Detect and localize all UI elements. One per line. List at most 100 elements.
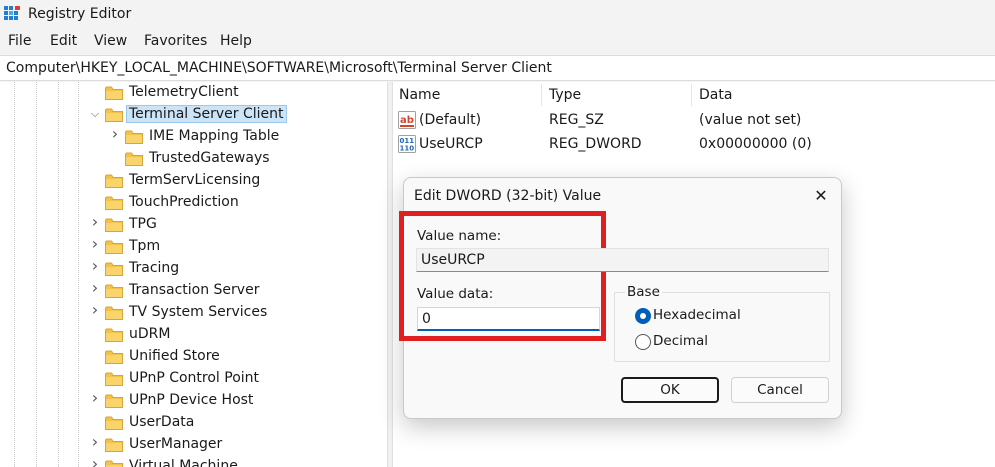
chevron-right-icon[interactable]: › xyxy=(89,390,101,406)
value-type: REG_DWORD xyxy=(549,136,642,152)
menu-favorites[interactable]: Favorites xyxy=(144,33,207,49)
tree-item[interactable]: TermServLicensing xyxy=(0,170,387,192)
tree-item-label[interactable]: UPnP Device Host xyxy=(126,392,256,408)
title-bar: Registry Editor xyxy=(0,0,995,30)
column-separator[interactable] xyxy=(691,84,692,106)
tree-item[interactable]: › Tracing xyxy=(0,258,387,280)
chevron-right-icon[interactable]: › xyxy=(89,214,101,230)
tree-item[interactable]: › Tpm xyxy=(0,236,387,258)
chevron-down-icon[interactable]: ⌵ xyxy=(89,107,101,121)
chevron-right-icon[interactable]: › xyxy=(89,302,101,318)
column-header-data[interactable]: Data xyxy=(699,87,732,103)
tree-item[interactable]: › Virtual Machine xyxy=(0,456,387,467)
tree-item-label[interactable]: Terminal Server Client xyxy=(126,105,287,123)
tree-item-label[interactable]: TV System Services xyxy=(126,304,270,320)
menu-file[interactable]: File xyxy=(8,33,31,49)
tree-item[interactable]: TelemetryClient xyxy=(0,82,387,104)
base-group: Base Hexadecimal Decimal xyxy=(614,284,830,362)
tree-item[interactable]: › UPnP Device Host xyxy=(0,390,387,412)
radio-label-decimal[interactable]: Decimal xyxy=(653,333,708,349)
tree-item[interactable]: TouchPrediction xyxy=(0,192,387,214)
radio-label-hexadecimal[interactable]: Hexadecimal xyxy=(653,307,741,323)
radio-hexadecimal[interactable] xyxy=(635,308,651,324)
tree-item-label[interactable]: Tpm xyxy=(126,238,163,254)
tree-item[interactable]: › Transaction Server xyxy=(0,280,387,302)
tree-item[interactable]: › TV System Services xyxy=(0,302,387,324)
svg-text:ab: ab xyxy=(400,115,414,126)
tree-item[interactable]: TrustedGateways xyxy=(0,148,387,170)
value-data: (value not set) xyxy=(699,112,802,128)
tree-item-label[interactable]: UserData xyxy=(126,414,197,430)
folder-icon xyxy=(105,218,123,232)
folder-icon xyxy=(105,416,123,430)
chevron-right-icon[interactable]: › xyxy=(89,434,101,450)
string-value-icon: ab xyxy=(398,111,416,129)
value-data-input[interactable]: 0 xyxy=(417,307,600,331)
column-header-type[interactable]: Type xyxy=(549,87,581,103)
tree-item[interactable]: ⌵ Terminal Server Client xyxy=(0,104,387,126)
menu-bar: File Edit View Favorites Help xyxy=(0,30,995,54)
value-data-label: Value data: xyxy=(417,286,494,302)
dialog-title: Edit DWORD (32-bit) Value xyxy=(414,188,602,204)
folder-icon xyxy=(105,394,123,408)
tree-item[interactable]: UPnP Control Point xyxy=(0,368,387,390)
menu-edit[interactable]: Edit xyxy=(50,33,77,49)
tree-item-label[interactable]: Virtual Machine xyxy=(126,458,241,467)
chevron-right-icon[interactable]: › xyxy=(89,258,101,274)
value-name: (Default) xyxy=(419,112,482,128)
chevron-right-icon[interactable]: › xyxy=(109,126,121,142)
column-header-name[interactable]: Name xyxy=(399,87,440,103)
value-name: UseURCP xyxy=(419,136,483,152)
base-label: Base xyxy=(625,284,662,300)
tree-item[interactable]: uDRM xyxy=(0,324,387,346)
key-tree[interactable]: TelemetryClient ⌵ Terminal Server Client › I… xyxy=(0,82,387,467)
ok-button[interactable]: OK xyxy=(621,377,719,403)
value-type: REG_SZ xyxy=(549,112,604,128)
address-bar[interactable]: Computer\HKEY_LOCAL_MACHINE\SOFTWARE\Mic… xyxy=(0,55,995,81)
folder-icon xyxy=(105,328,123,342)
folder-icon xyxy=(125,130,143,144)
tree-item-label[interactable]: TermServLicensing xyxy=(126,172,263,188)
tree-item-label[interactable]: IME Mapping Table xyxy=(146,128,282,144)
folder-icon xyxy=(105,196,123,210)
folder-icon xyxy=(105,460,123,467)
tree-item-label[interactable]: TrustedGateways xyxy=(146,150,273,166)
tree-item[interactable]: › UserManager xyxy=(0,434,387,456)
value-data: 0x00000000 (0) xyxy=(699,136,812,152)
window-title: Registry Editor xyxy=(28,6,132,22)
address-path: Computer\HKEY_LOCAL_MACHINE\SOFTWARE\Mic… xyxy=(6,60,552,76)
tree-item-label[interactable]: uDRM xyxy=(126,326,173,342)
chevron-right-icon[interactable]: › xyxy=(89,456,101,467)
radio-decimal[interactable] xyxy=(635,334,651,350)
tree-item[interactable]: Unified Store xyxy=(0,346,387,368)
svg-text:110: 110 xyxy=(400,145,415,153)
chevron-right-icon[interactable]: › xyxy=(89,236,101,252)
tree-item[interactable]: UserData xyxy=(0,412,387,434)
column-separator[interactable] xyxy=(541,84,542,106)
folder-icon xyxy=(125,152,143,166)
folder-icon xyxy=(105,438,123,452)
value-name-field: UseURCP xyxy=(416,248,829,272)
folder-icon xyxy=(105,240,123,254)
tree-item-label[interactable]: TelemetryClient xyxy=(126,84,242,100)
tree-item-label[interactable]: TPG xyxy=(126,216,160,232)
tree-item-label[interactable]: UserManager xyxy=(126,436,225,452)
tree-item-label[interactable]: Unified Store xyxy=(126,348,223,364)
folder-icon xyxy=(105,174,123,188)
tree-item-label[interactable]: Transaction Server xyxy=(126,282,262,298)
tree-item-label[interactable]: UPnP Control Point xyxy=(126,370,262,386)
binary-value-icon: 011 110 xyxy=(398,135,416,153)
tree-item[interactable]: › TPG xyxy=(0,214,387,236)
close-icon[interactable]: ✕ xyxy=(809,184,833,208)
menu-help[interactable]: Help xyxy=(220,33,252,49)
chevron-right-icon[interactable]: › xyxy=(89,280,101,296)
value-name-label: Value name: xyxy=(417,228,502,244)
tree-item-label[interactable]: Tracing xyxy=(126,260,182,276)
cancel-button[interactable]: Cancel xyxy=(731,377,829,403)
registry-editor-icon xyxy=(4,6,20,20)
menu-view[interactable]: View xyxy=(94,33,127,49)
tree-item[interactable]: › IME Mapping Table xyxy=(0,126,387,148)
tree-item-label[interactable]: TouchPrediction xyxy=(126,194,242,210)
folder-icon xyxy=(105,306,123,320)
folder-icon xyxy=(105,108,123,122)
